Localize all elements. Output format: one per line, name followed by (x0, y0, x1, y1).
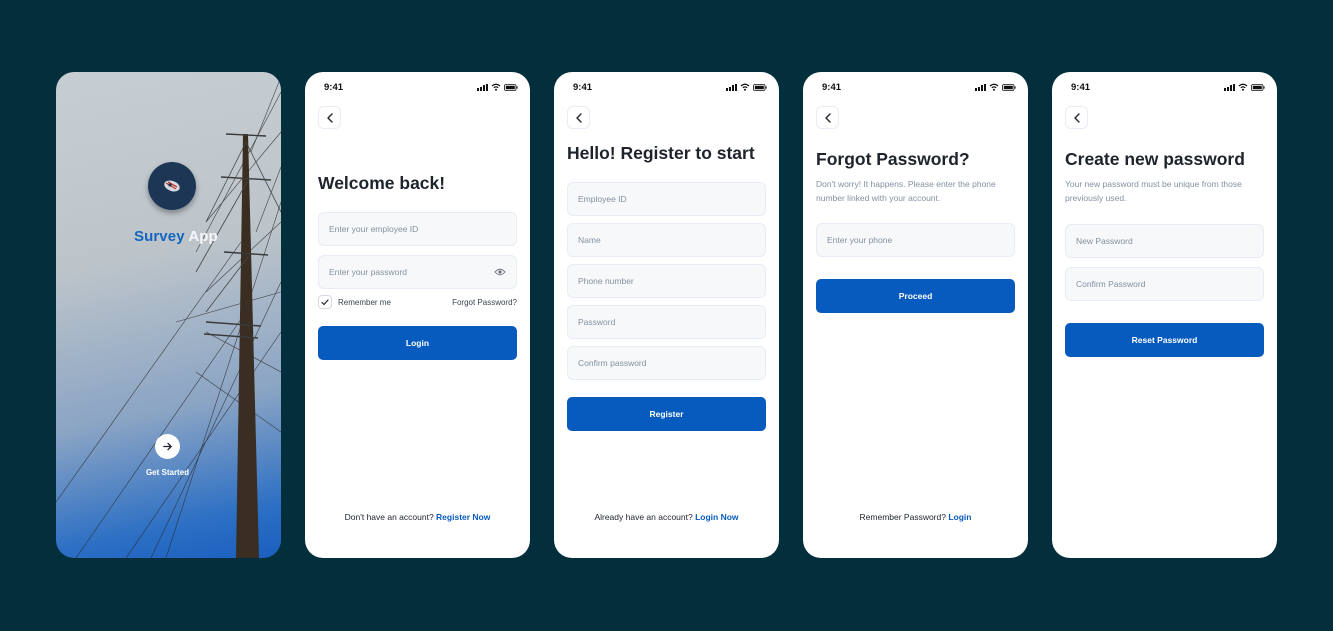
reset-password-button[interactable]: Reset Password (1065, 323, 1264, 357)
status-bar: 9:41 (324, 81, 518, 93)
register-now-link[interactable]: Register Now (436, 512, 490, 522)
app-title-first: Survey (134, 228, 185, 245)
chevron-left-icon (824, 112, 831, 123)
app-logo (148, 162, 196, 210)
page-title: Welcome back! (318, 173, 446, 193)
arrow-right-icon (163, 442, 172, 451)
status-icons (726, 83, 767, 91)
splash-screen: Survey App Get Started (56, 72, 281, 558)
wifi-icon (989, 83, 999, 91)
field-placeholder: Phone number (578, 276, 634, 286)
wifi-icon (491, 83, 501, 91)
remember-checkbox[interactable] (318, 295, 332, 309)
status-time: 9:41 (324, 81, 344, 93)
wifi-icon (740, 83, 750, 91)
status-bar: 9:41 (822, 81, 1016, 93)
app-title-second: App (188, 228, 218, 245)
confirm-password-input[interactable]: Confirm password (567, 346, 766, 380)
password-input[interactable]: Password (567, 305, 766, 339)
battery-icon (1002, 83, 1016, 91)
status-icons (477, 83, 518, 91)
footer: Already have an account? Login Now (554, 512, 779, 522)
footer-text: Remember Password? (859, 512, 946, 522)
battery-icon (504, 83, 518, 91)
footer: Remember Password? Login (803, 512, 1028, 522)
remember-me[interactable]: Remember me (318, 295, 391, 309)
field-placeholder: Password (578, 317, 616, 327)
status-time: 9:41 (573, 81, 593, 93)
back-button[interactable] (816, 106, 839, 129)
status-icons (1224, 83, 1265, 91)
phone-placeholder: Enter your phone (827, 235, 893, 245)
register-screen: 9:41 Hello! Register to start Employee I… (554, 72, 779, 558)
employee-id-input[interactable]: Enter your employee ID (318, 212, 517, 246)
wifi-icon (1238, 83, 1248, 91)
login-link[interactable]: Login (948, 512, 971, 522)
phone-input[interactable]: Enter your phone (816, 223, 1015, 257)
power-pylon-image (56, 76, 281, 558)
confirm-password-input[interactable]: Confirm Password (1065, 267, 1264, 301)
status-bar: 9:41 (1071, 81, 1265, 93)
eye-icon[interactable] (494, 268, 506, 276)
back-button[interactable] (1065, 106, 1088, 129)
forgot-password-link[interactable]: Forgot Password? (452, 298, 517, 307)
password-input[interactable]: Enter your password (318, 255, 517, 289)
field-placeholder: Employee ID (578, 194, 627, 204)
register-button[interactable]: Register (567, 397, 766, 431)
page-title: Hello! Register to start (567, 143, 755, 163)
page-subtitle: Your new password must be unique from th… (1065, 179, 1242, 203)
signal-icon (726, 83, 737, 91)
get-started-button[interactable] (155, 434, 180, 459)
name-input[interactable]: Name (567, 223, 766, 257)
signal-icon (1224, 83, 1235, 91)
new-password-input[interactable]: New Password (1065, 224, 1264, 258)
page-title: Forgot Password? (816, 149, 970, 169)
app-title: Survey App (134, 228, 218, 245)
signal-icon (975, 83, 986, 91)
back-button[interactable] (318, 106, 341, 129)
battery-icon (1251, 83, 1265, 91)
footer-text: Already have an account? (594, 512, 693, 522)
new-password-placeholder: New Password (1076, 236, 1133, 246)
chevron-left-icon (326, 112, 333, 123)
reset-password-screen: 9:41 Create new password Your new passwo… (1052, 72, 1277, 558)
checkmark-icon (321, 298, 329, 305)
field-placeholder: Name (578, 235, 601, 245)
footer: Don't have an account? Register Now (305, 512, 530, 522)
back-button[interactable] (567, 106, 590, 129)
password-placeholder: Enter your password (329, 267, 407, 277)
field-placeholder: Confirm password (578, 358, 647, 368)
status-bar: 9:41 (573, 81, 767, 93)
phone-input[interactable]: Phone number (567, 264, 766, 298)
remember-label: Remember me (338, 297, 391, 307)
page-title: Create new password (1065, 149, 1245, 169)
battery-icon (753, 83, 767, 91)
chevron-left-icon (575, 112, 582, 123)
status-icons (975, 83, 1016, 91)
login-button[interactable]: Login (318, 326, 517, 360)
login-screen: 9:41 Welcome back! Enter your employee I… (305, 72, 530, 558)
proceed-button[interactable]: Proceed (816, 279, 1015, 313)
get-started-label[interactable]: Get Started (56, 468, 279, 477)
status-time: 9:41 (822, 81, 842, 93)
login-now-link[interactable]: Login Now (695, 512, 738, 522)
page-subtitle: Don't worry! It happens. Please enter th… (816, 179, 996, 203)
confirm-password-placeholder: Confirm Password (1076, 279, 1146, 289)
chevron-left-icon (1073, 112, 1080, 123)
footer-text: Don't have an account? (344, 512, 434, 522)
employee-id-input[interactable]: Employee ID (567, 182, 766, 216)
logo-graphic-icon (164, 180, 180, 192)
signal-icon (477, 83, 488, 91)
employee-id-placeholder: Enter your employee ID (329, 224, 419, 234)
forgot-password-screen: 9:41 Forgot Password? Don't worry! It ha… (803, 72, 1028, 558)
status-time: 9:41 (1071, 81, 1091, 93)
